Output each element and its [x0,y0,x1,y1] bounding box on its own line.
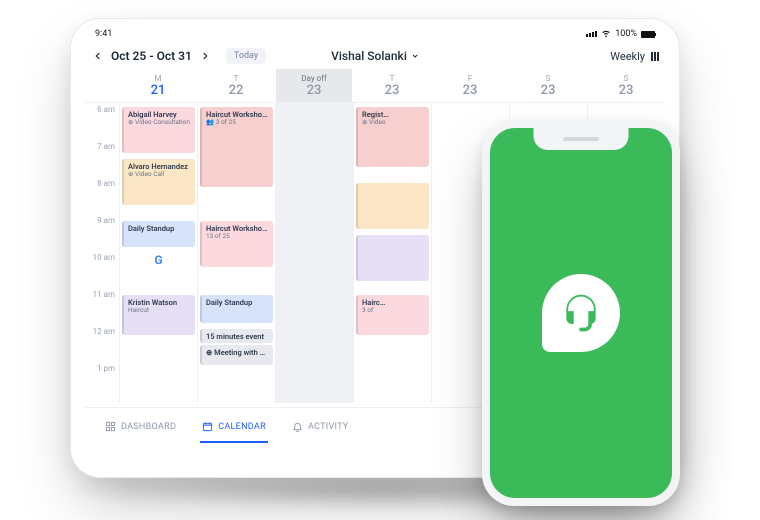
day-header[interactable]: M21 [119,69,197,102]
wifi-icon [601,28,611,41]
prev-week-button[interactable] [91,49,105,63]
day-header[interactable]: T22 [197,69,275,102]
status-bar: 9:41 100% [85,29,665,43]
calendar-event[interactable]: Daily Standup [122,221,195,247]
calendar-event[interactable] [356,235,429,281]
bell-icon [292,421,303,432]
calendar-event[interactable]: ⊕ Meeting with Jo… [200,345,273,365]
calendar-event[interactable]: Haircut Workshops13 of 25 [200,221,273,267]
calendar-event[interactable]: Abigail Harvey⊕ Video Consultation [122,107,195,153]
day-header-row: M21 T22 Day off23 T23 F23 S23 S23 [85,69,665,103]
battery-pct: 100% [615,29,637,39]
app-logo [542,274,620,352]
date-range[interactable]: Oct 25 - Oct 31 [111,49,192,63]
phone-device [482,120,680,506]
calendar-event[interactable]: Hairc…3 of [356,295,429,335]
next-week-button[interactable] [198,49,212,63]
view-mode-button[interactable]: Weekly [610,50,645,63]
google-logo-icon: G [154,253,162,267]
day-column-mon[interactable]: Abigail Harvey⊕ Video Consultation Alvar… [119,103,197,403]
calendar-event[interactable]: Kristin WatsonHaircut [122,295,195,335]
calendar-event[interactable]: Haircut Workshops👥 3 of 25 [200,107,273,187]
day-column-thu[interactable]: Regist…⊕ Video Hairc…3 of [353,103,431,403]
day-header[interactable]: S23 [509,69,587,102]
calendar-event[interactable]: Alvaro Hernandez⊕ Video Call [122,159,195,205]
calendar-event[interactable]: Daily Standup [200,295,273,323]
calendar-topbar: Oct 25 - Oct 31 Today Vishal Solanki Wee… [85,43,665,69]
nav-dashboard[interactable]: DASHBOARD [97,415,184,438]
calendar-icon [202,421,213,432]
user-dropdown[interactable]: Vishal Solanki [331,49,419,63]
chevron-down-icon [411,52,419,60]
day-column-tue[interactable]: Haircut Workshops👥 3 of 25 Haircut Works… [197,103,275,403]
day-header-off[interactable]: Day off23 [276,69,352,102]
day-column-wed-off [275,103,353,403]
battery-icon [641,31,655,38]
phone-screen [490,128,672,498]
day-header[interactable]: F23 [431,69,509,102]
calendar-event[interactable]: 15 minutes event [200,329,273,343]
day-header[interactable]: T23 [353,69,431,102]
hour-gutter: 6 am 7 am 8 am 9 am 10 am 11 am 12 am 1 … [85,103,119,403]
dashboard-icon [105,421,116,432]
today-button[interactable]: Today [226,48,266,64]
day-header[interactable]: S23 [587,69,665,102]
calendar-event[interactable] [356,183,429,229]
signal-icon [586,31,597,37]
headset-icon [559,291,603,335]
view-columns-icon[interactable] [651,52,659,61]
current-user: Vishal Solanki [331,49,407,63]
nav-calendar[interactable]: CALENDAR [194,415,274,438]
status-time: 9:41 [95,29,112,39]
nav-activity[interactable]: ACTIVITY [284,415,357,438]
calendar-event[interactable]: Regist…⊕ Video [356,107,429,167]
